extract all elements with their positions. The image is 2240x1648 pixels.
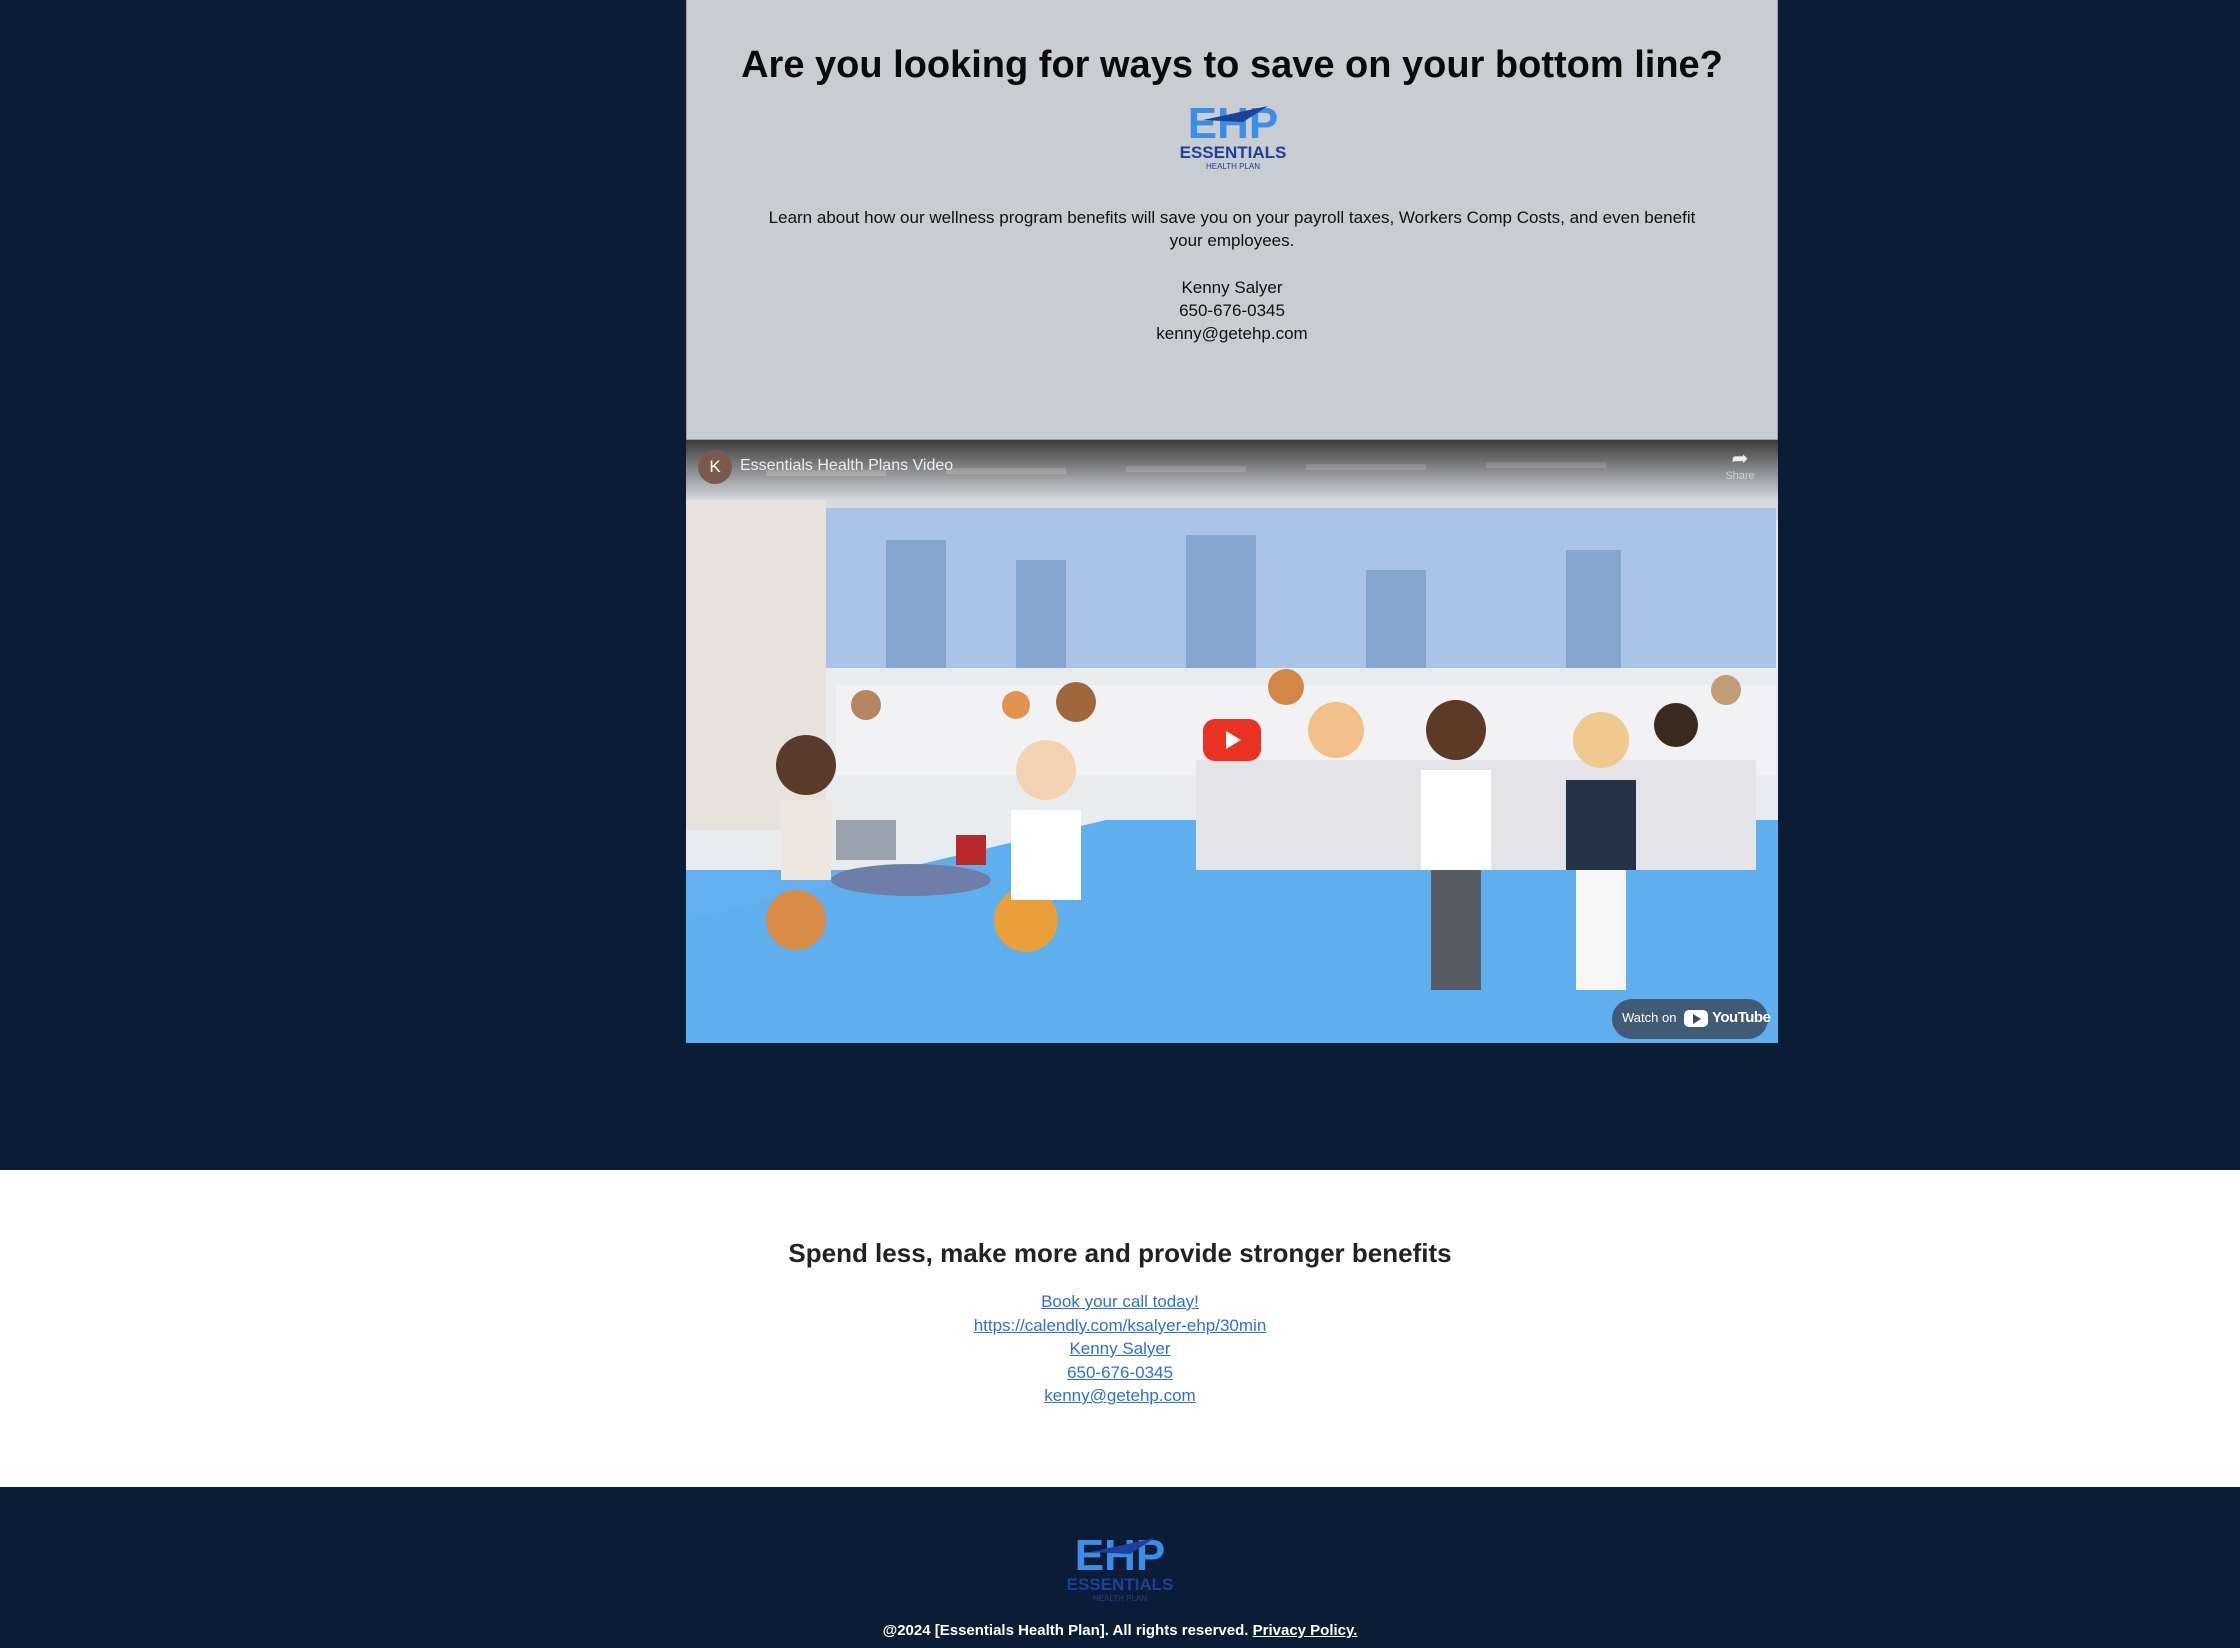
svg-text:HEALTH PLAN: HEALTH PLAN xyxy=(1093,1594,1147,1603)
hero-section: Are you looking for ways to save on your… xyxy=(0,0,2240,1170)
hero-description: Learn about how our wellness program ben… xyxy=(768,208,1696,250)
youtube-embed[interactable]: K Essentials Health Plans Video ➦ Share … xyxy=(686,440,1778,1043)
contact-email: kenny@getehp.com xyxy=(1156,324,1308,343)
cta-section: Spend less, make more and provide strong… xyxy=(0,1170,2240,1487)
footer: EHP ESSENTIALS HEALTH PLAN @2024 [Essent… xyxy=(0,1487,2240,1648)
youtube-wordmark: YouTube xyxy=(1712,1009,1771,1026)
contact-name-link[interactable]: Kenny Salyer xyxy=(0,1337,2240,1361)
cta-heading: Spend less, make more and provide strong… xyxy=(788,1238,1452,1268)
ehp-logo: EHP ESSENTIALS HEALTH PLAN xyxy=(1173,100,1293,172)
footer-ehp-logo: EHP ESSENTIALS HEALTH PLAN xyxy=(1060,1532,1180,1604)
share-button[interactable]: ➦ Share xyxy=(1718,448,1762,482)
watch-on-youtube-button[interactable]: Watch on YouTube xyxy=(1612,999,1771,1039)
contact-email-link[interactable]: kenny@getehp.com xyxy=(0,1384,2240,1408)
svg-text:HEALTH PLAN: HEALTH PLAN xyxy=(1206,162,1260,171)
video-title[interactable]: Essentials Health Plans Video xyxy=(740,457,953,475)
copyright-text: @2024 [Essentials Health Plan]. All righ… xyxy=(882,1622,1249,1639)
copyright-line: @2024 [Essentials Health Plan]. All righ… xyxy=(0,1622,2240,1639)
svg-text:ESSENTIALS: ESSENTIALS xyxy=(1067,1575,1174,1594)
book-call-link[interactable]: Book your call today! xyxy=(0,1290,2240,1314)
svg-text:ESSENTIALS: ESSENTIALS xyxy=(1180,143,1287,162)
calendly-link[interactable]: https://calendly.com/ksalyer-ehp/30min xyxy=(0,1314,2240,1338)
share-label: Share xyxy=(1725,470,1755,482)
share-icon: ➦ xyxy=(1731,448,1749,470)
privacy-policy-link[interactable]: Privacy Policy. xyxy=(1253,1622,1358,1639)
youtube-icon xyxy=(1684,1010,1708,1027)
hero-headline: Are you looking for ways to save on your… xyxy=(741,44,1723,86)
contact-phone: 650-676-0345 xyxy=(1179,301,1285,320)
cta-links: Book your call today! https://calendly.c… xyxy=(0,1290,2240,1408)
play-button[interactable] xyxy=(1203,719,1261,761)
contact-phone-link[interactable]: 650-676-0345 xyxy=(0,1361,2240,1385)
contact-name: Kenny Salyer xyxy=(1181,278,1283,297)
hero-contact: Kenny Salyer 650-676-0345 kenny@getehp.c… xyxy=(687,276,1777,345)
watch-on-label: Watch on xyxy=(1622,1010,1677,1025)
hero-card: Are you looking for ways to save on your… xyxy=(686,0,1778,440)
channel-avatar[interactable]: K xyxy=(698,450,732,484)
